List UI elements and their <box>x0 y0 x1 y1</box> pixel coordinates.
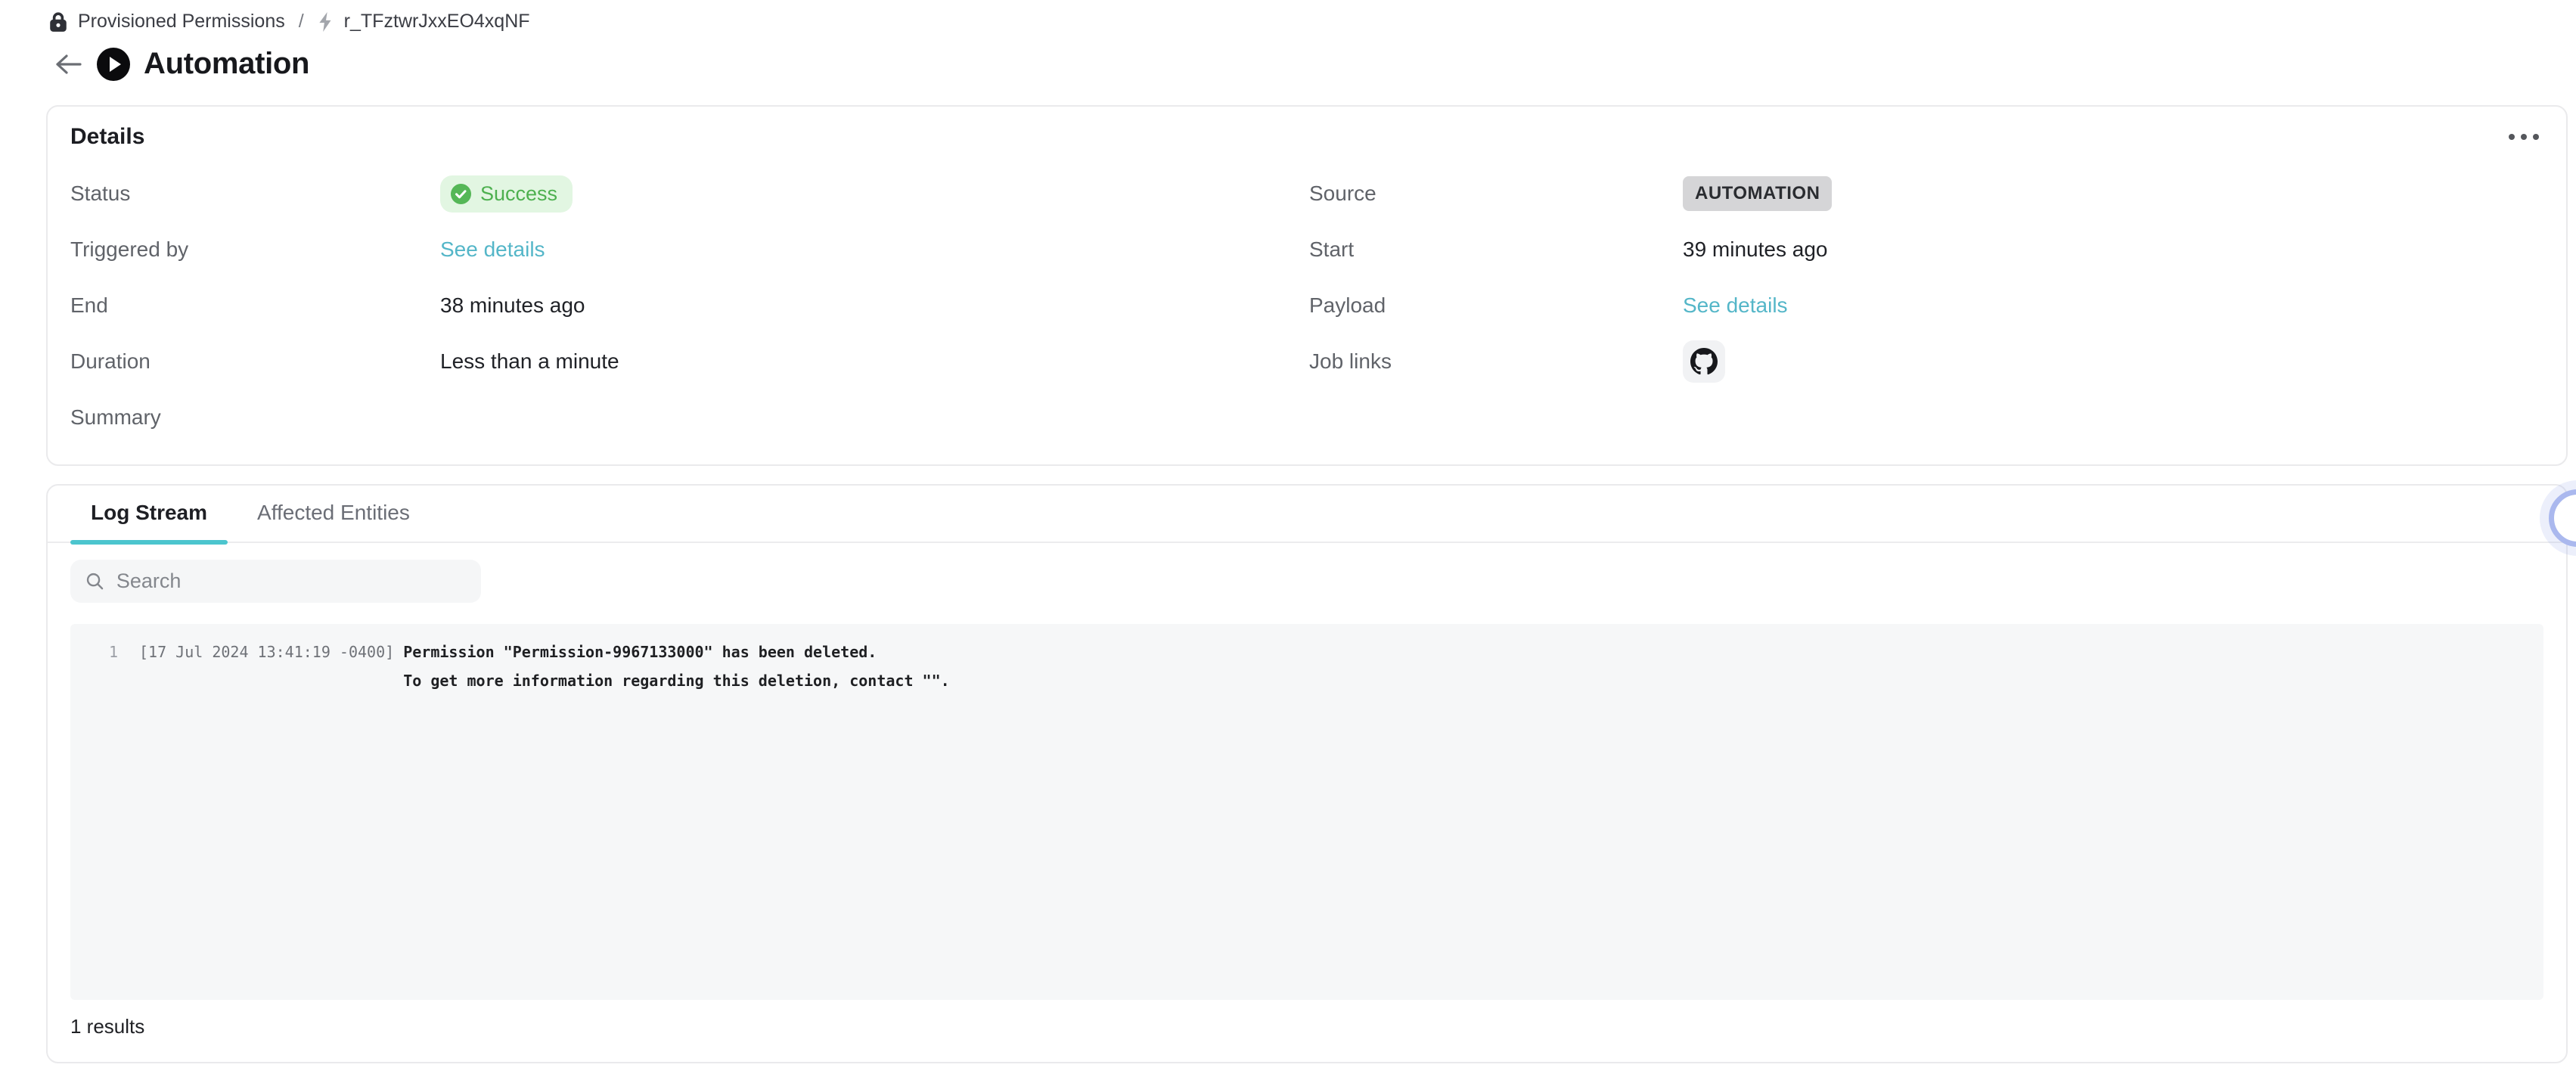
log-search[interactable] <box>70 560 481 603</box>
log-line-continuation: [17 Jul 2024 13:41:19 -0400] To get more… <box>90 666 2543 695</box>
breadcrumb-item-provisioned-permissions[interactable]: Provisioned Permissions <box>48 11 285 33</box>
duration-value: Less than a minute <box>440 349 1309 374</box>
page-header: Automation <box>53 47 309 81</box>
log-timestamp: [17 Jul 2024 13:41:19 -0400] <box>139 643 403 661</box>
log-card: Log Stream Affected Entities 1 [17 Jul 2… <box>46 484 2568 1063</box>
triggered-by-label: Triggered by <box>70 237 440 262</box>
start-value: 39 minutes ago <box>1683 237 2543 262</box>
duration-label: Duration <box>70 349 440 374</box>
source-badge: AUTOMATION <box>1683 176 1832 211</box>
status-badge: Success <box>440 175 573 213</box>
lock-icon <box>48 11 68 33</box>
check-circle-icon <box>451 184 471 204</box>
back-button[interactable] <box>53 49 83 79</box>
log-message: Permission "Permission-9967133000" has b… <box>403 643 877 661</box>
search-input[interactable] <box>116 570 466 593</box>
details-title: Details <box>70 124 144 150</box>
log-message: To get more information regarding this d… <box>403 672 949 690</box>
tab-affected-entities[interactable]: Affected Entities <box>237 501 430 542</box>
automation-play-icon <box>97 48 130 81</box>
breadcrumb-item-run-id[interactable]: r_TFztwrJxxEO4xqNF <box>318 11 530 33</box>
breadcrumb-label: Provisioned Permissions <box>78 11 285 33</box>
lightning-icon <box>318 12 334 32</box>
status-badge-label: Success <box>480 182 557 206</box>
breadcrumb-separator: / <box>296 11 307 33</box>
breadcrumb-label: r_TFztwrJxxEO4xqNF <box>344 11 530 33</box>
end-label: End <box>70 293 440 318</box>
log-line: 1 [17 Jul 2024 13:41:19 -0400] Permissio… <box>90 638 2543 666</box>
start-label: Start <box>1309 237 1683 262</box>
page-title: Automation <box>144 47 309 81</box>
source-label: Source <box>1309 182 1683 206</box>
job-links-label: Job links <box>1309 349 1683 374</box>
triggered-by-see-details-link[interactable]: See details <box>440 237 545 261</box>
status-label: Status <box>70 182 440 206</box>
github-icon <box>1690 348 1718 375</box>
tab-bar: Log Stream Affected Entities <box>48 501 2566 543</box>
summary-label: Summary <box>70 405 440 430</box>
details-card: Details Status Success Source AUTOMATION… <box>46 105 2568 466</box>
log-line-number: 1 <box>90 638 118 666</box>
search-icon <box>85 571 104 591</box>
payload-see-details-link[interactable]: See details <box>1683 293 1788 317</box>
tab-log-stream[interactable]: Log Stream <box>70 501 228 542</box>
end-value: 38 minutes ago <box>440 293 1309 318</box>
details-grid: Status Success Source AUTOMATION Trigger… <box>70 166 2543 445</box>
log-stream-viewer[interactable]: 1 [17 Jul 2024 13:41:19 -0400] Permissio… <box>70 624 2543 1000</box>
github-job-link[interactable] <box>1683 340 1725 383</box>
results-count: 1 results <box>70 1015 2543 1038</box>
payload-label: Payload <box>1309 293 1683 318</box>
ellipsis-menu-button[interactable] <box>2504 126 2543 147</box>
breadcrumb: Provisioned Permissions / r_TFztwrJxxEO4… <box>48 11 530 33</box>
